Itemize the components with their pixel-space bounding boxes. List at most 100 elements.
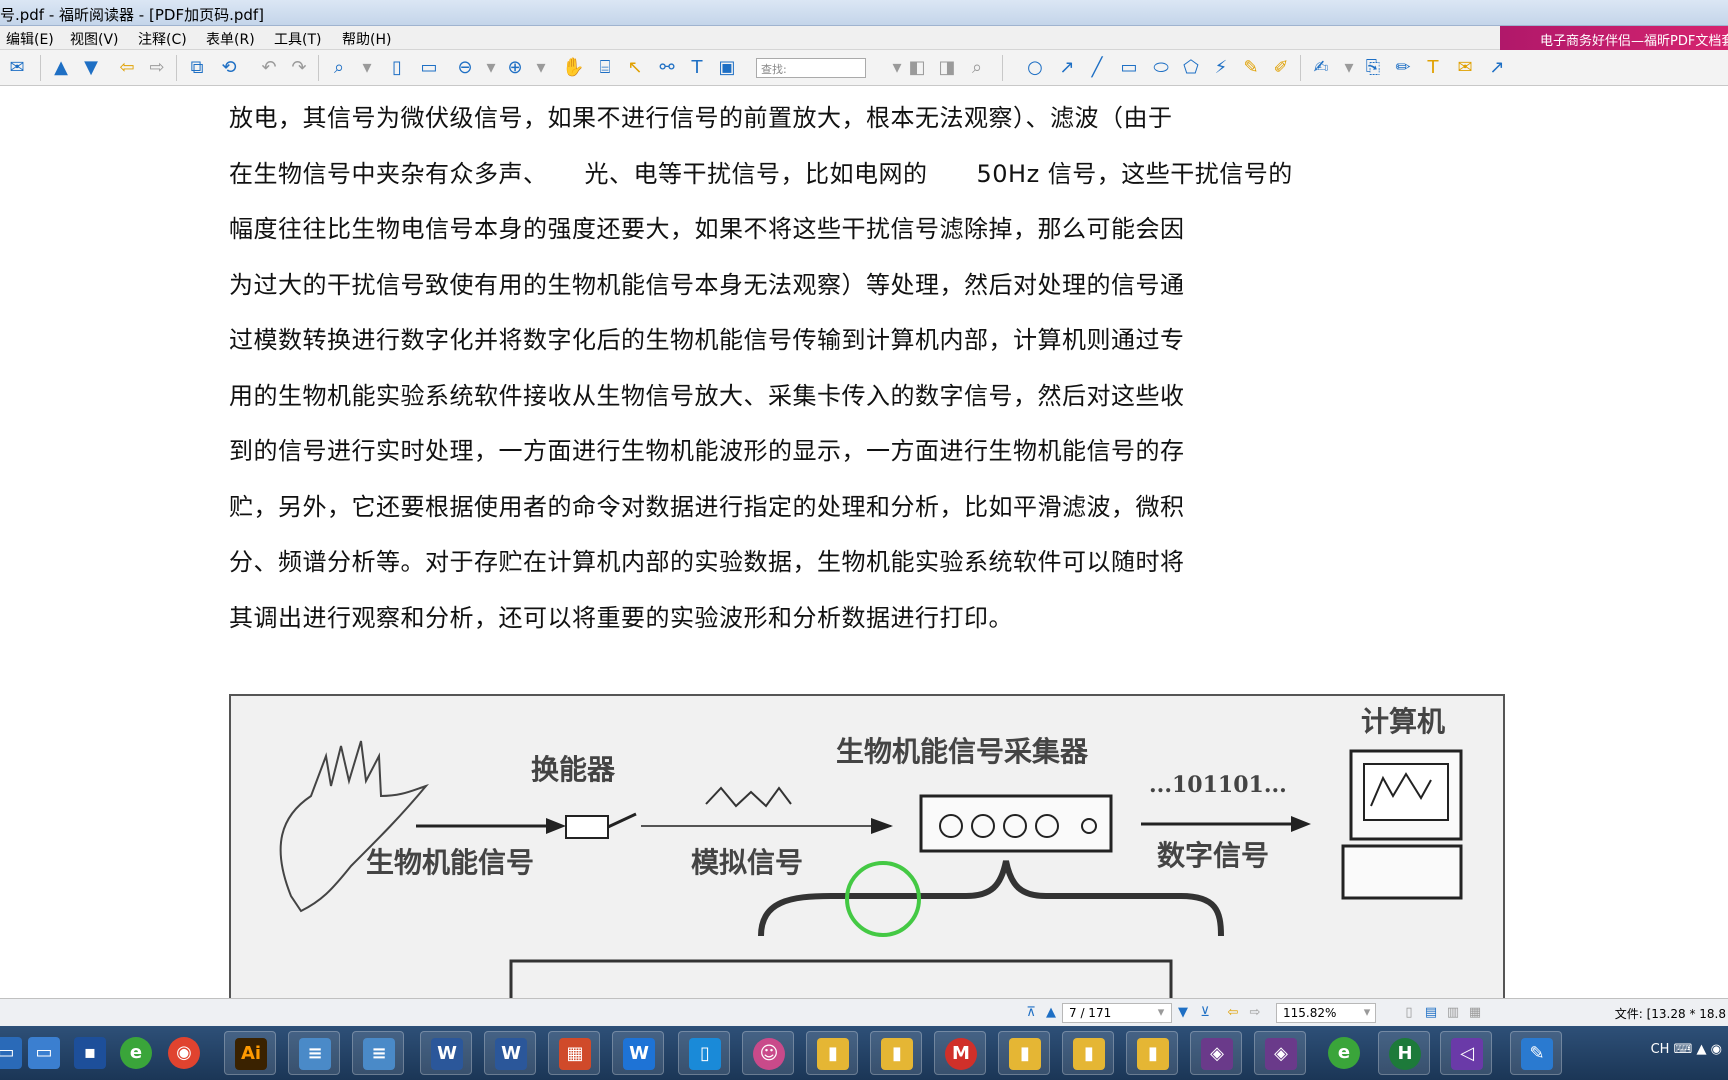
back-icon[interactable]: ⇦ bbox=[1222, 1002, 1244, 1024]
fit-width-icon[interactable]: ▭ bbox=[418, 57, 440, 79]
undo-icon[interactable]: ↶ bbox=[258, 57, 280, 79]
menu-tools[interactable]: 工具(T) bbox=[274, 29, 321, 49]
email-icon[interactable]: ✉ bbox=[6, 57, 28, 79]
taskbar-item[interactable]: ▯ bbox=[678, 1031, 730, 1075]
link-arrow-icon[interactable]: ↗ bbox=[1486, 57, 1508, 79]
ad-banner[interactable]: 电子商务好伴侣—福昕PDF文档套 bbox=[1500, 26, 1728, 50]
back-icon[interactable]: ⇦ bbox=[116, 57, 138, 79]
visual-studio-icon: ◁ bbox=[1451, 1038, 1483, 1070]
toolbar-separator bbox=[176, 55, 177, 81]
taskbar-item[interactable]: ▪ bbox=[64, 1031, 116, 1075]
taskbar-item[interactable]: ≡ bbox=[288, 1031, 340, 1075]
page-up-icon[interactable]: ▲ bbox=[50, 57, 72, 79]
first-page-icon[interactable]: ⊼ bbox=[1020, 1002, 1042, 1024]
taskbar-item[interactable]: ☺ bbox=[742, 1031, 794, 1075]
zoom-icon[interactable]: ⌕ bbox=[328, 57, 350, 79]
taskbar-item[interactable]: W bbox=[420, 1031, 472, 1075]
find-prev-icon[interactable]: ◧ bbox=[906, 57, 928, 79]
last-page-icon[interactable]: ⊻ bbox=[1194, 1002, 1216, 1024]
taskbar-item[interactable]: ▮ bbox=[870, 1031, 922, 1075]
single-page-icon[interactable]: ▯ bbox=[1398, 1002, 1420, 1024]
edit-icon[interactable]: ✏ bbox=[1392, 57, 1414, 79]
search-input[interactable]: 查找: bbox=[756, 58, 866, 78]
text-line: 到的信号进行实时处理，一方面进行生物机能波形的显示，一方面进行生物机能信号的存 bbox=[229, 437, 1185, 465]
language-indicator[interactable]: CH bbox=[1651, 1042, 1670, 1057]
menu-view[interactable]: 视图(V) bbox=[70, 29, 119, 49]
taskbar-item[interactable]: ▭ bbox=[18, 1031, 70, 1075]
note-icon[interactable]: ✉ bbox=[1454, 57, 1476, 79]
taskbar-item[interactable]: ▮ bbox=[1062, 1031, 1114, 1075]
stamp-icon[interactable]: ⎘ bbox=[1362, 57, 1384, 79]
system-tray[interactable]: CH ⌨ ▲ ◉ bbox=[1651, 1042, 1722, 1057]
taskbar-item[interactable]: W bbox=[612, 1031, 664, 1075]
taskbar-item[interactable]: ▮ bbox=[998, 1031, 1050, 1075]
window-title: 号.pdf - 福昕阅读器 - [PDF加页码.pdf] bbox=[0, 6, 265, 24]
keyboard-icon[interactable]: ⌨ bbox=[1674, 1042, 1693, 1057]
polygon-tool-icon[interactable]: ⬠ bbox=[1180, 57, 1202, 79]
digital-signal-label: 数字信号 bbox=[1157, 839, 1270, 872]
taskbar-item[interactable]: e bbox=[110, 1031, 162, 1075]
zoom-out-icon[interactable]: ⊖ bbox=[454, 57, 476, 79]
select-text-icon[interactable]: ⌸ bbox=[594, 57, 616, 79]
taskbar-item[interactable]: e bbox=[1318, 1031, 1370, 1075]
snapshot-icon[interactable]: ▣ bbox=[716, 57, 738, 79]
record-icon[interactable]: ◉ bbox=[1711, 1042, 1722, 1057]
chevron-down-icon[interactable]: ▾ bbox=[356, 57, 378, 79]
page-down-icon[interactable]: ▼ bbox=[80, 57, 102, 79]
taskbar-item[interactable]: H bbox=[1378, 1031, 1430, 1075]
menu-help[interactable]: 帮助(H) bbox=[342, 29, 391, 49]
taskbar-item[interactable]: ▮ bbox=[1126, 1031, 1178, 1075]
taskbar-item[interactable]: ◁ bbox=[1440, 1031, 1492, 1075]
chevron-down-icon[interactable]: ▾ bbox=[1150, 1002, 1172, 1024]
chevron-down-icon[interactable]: ▾ bbox=[1338, 57, 1360, 79]
arrow-tool-icon[interactable]: ↗ bbox=[1056, 57, 1078, 79]
line-tool-icon[interactable]: ╱ bbox=[1086, 57, 1108, 79]
highlighter-icon[interactable]: ✐ bbox=[1270, 57, 1292, 79]
document-view[interactable]: 放电，其信号为微伏级信号，如果不进行信号的前置放大，根本无法观察）、滤波（由于 … bbox=[0, 87, 1728, 998]
polyline-tool-icon[interactable]: ⚡ bbox=[1210, 57, 1232, 79]
chevron-down-icon[interactable]: ▾ bbox=[480, 57, 502, 79]
forward-icon[interactable]: ⇨ bbox=[1244, 1002, 1266, 1024]
continuous-facing-icon[interactable]: ▦ bbox=[1464, 1002, 1486, 1024]
taskbar-item[interactable]: M bbox=[934, 1031, 986, 1075]
copy-page-icon[interactable]: ⧉ bbox=[186, 57, 208, 79]
rotate-icon[interactable]: ⟲ bbox=[218, 57, 240, 79]
taskbar-item[interactable]: ◈ bbox=[1190, 1031, 1242, 1075]
next-page-icon[interactable]: ▼ bbox=[1172, 1002, 1194, 1024]
zoom-in-icon[interactable]: ⊕ bbox=[504, 57, 526, 79]
search-icon[interactable]: ⌕ bbox=[966, 57, 988, 79]
fit-page-icon[interactable]: ▯ bbox=[386, 57, 408, 79]
taskbar-item[interactable]: ▦ bbox=[548, 1031, 600, 1075]
binoculars-icon[interactable]: ⚯ bbox=[656, 57, 678, 79]
taskbar-item[interactable]: W bbox=[484, 1031, 536, 1075]
taskbar-item[interactable]: Ai bbox=[224, 1031, 276, 1075]
continuous-page-icon[interactable]: ▤ bbox=[1420, 1002, 1442, 1024]
menu-edit[interactable]: 编辑(E) bbox=[6, 29, 54, 49]
textbox-icon[interactable]: T bbox=[1422, 57, 1444, 79]
menu-form[interactable]: 表单(R) bbox=[206, 29, 255, 49]
taskbar-item[interactable]: ▮ bbox=[806, 1031, 858, 1075]
rectangle-tool-icon[interactable]: ▭ bbox=[1118, 57, 1140, 79]
forward-icon[interactable]: ⇨ bbox=[146, 57, 168, 79]
ellipse-tool-icon[interactable]: ⬭ bbox=[1150, 57, 1172, 79]
prev-page-icon[interactable]: ▲ bbox=[1040, 1002, 1062, 1024]
tray-arrow-icon[interactable]: ▲ bbox=[1697, 1042, 1707, 1057]
pointer-icon[interactable]: ↖ bbox=[624, 57, 646, 79]
redo-icon[interactable]: ↷ bbox=[288, 57, 310, 79]
find-next-icon[interactable]: ◨ bbox=[936, 57, 958, 79]
taskbar-item[interactable]: ◈ bbox=[1254, 1031, 1306, 1075]
menu-comment[interactable]: 注释(C) bbox=[138, 29, 187, 49]
taskbar-item[interactable]: ✎ bbox=[1510, 1031, 1562, 1075]
chevron-down-icon[interactable]: ▾ bbox=[1356, 1002, 1378, 1024]
taskbar-item[interactable]: ◉ bbox=[158, 1031, 210, 1075]
typewriter-icon[interactable]: ✍ bbox=[1310, 57, 1332, 79]
taskbar-item[interactable]: ≡ bbox=[352, 1031, 404, 1075]
hand-tool-icon[interactable]: ✋ bbox=[562, 57, 584, 79]
text-tool-icon[interactable]: T bbox=[686, 57, 708, 79]
facing-page-icon[interactable]: ▥ bbox=[1442, 1002, 1464, 1024]
chevron-down-icon[interactable]: ▾ bbox=[530, 57, 552, 79]
avatar-icon: ☺ bbox=[753, 1038, 785, 1070]
pencil-tool-icon[interactable]: ✎ bbox=[1240, 57, 1262, 79]
chevron-down-icon[interactable]: ▾ bbox=[886, 57, 908, 79]
circle-tool-icon[interactable]: ○ bbox=[1024, 57, 1046, 79]
